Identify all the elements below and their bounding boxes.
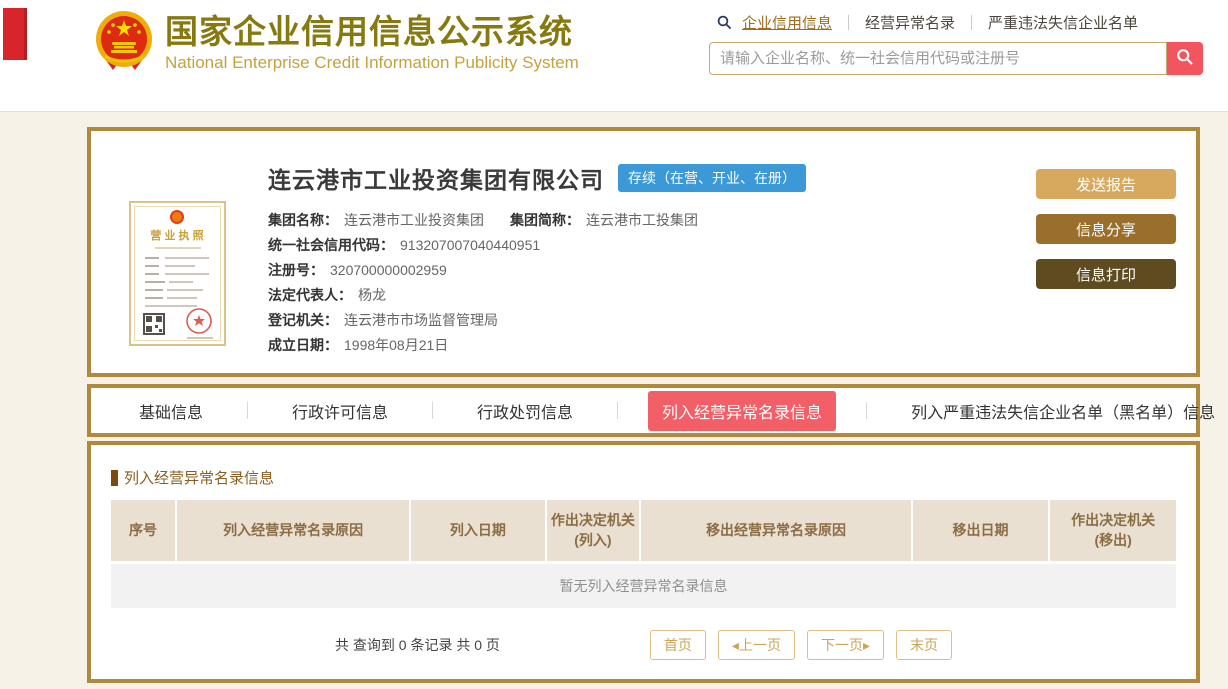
header: 国家企业信用信息公示系统 National Enterprise Credit … bbox=[0, 0, 1228, 112]
company-info: 连云港市工业投资集团有限公司 存续（在营、开业、在册） 集团名称： 连云港市工业投… bbox=[268, 161, 1016, 353]
national-emblem-icon bbox=[95, 8, 153, 83]
col-header-list-reason: 列入经营异常名录原因 bbox=[176, 500, 410, 562]
main-content: 营 业 执 照 bbox=[0, 112, 1228, 683]
search-icon bbox=[717, 15, 732, 30]
tab-bar: 基础信息 行政许可信息 行政处罚信息 列入经营异常名录信息 列入严重违法失信企业… bbox=[87, 384, 1200, 437]
search-input[interactable] bbox=[709, 42, 1167, 75]
abnormal-list-section: 列入经营异常名录信息 序号 列入经营异常名录原因 列入日期 作出决定机关 (列入… bbox=[87, 441, 1200, 683]
svg-text:营 业 执 照: 营 业 执 照 bbox=[150, 228, 203, 242]
field-label: 集团名称： bbox=[268, 212, 338, 228]
col-header-remove-authority: 作出决定机关 (移出) bbox=[1049, 500, 1176, 562]
col-header-list-date: 列入日期 bbox=[410, 500, 545, 562]
tab-divider bbox=[866, 402, 867, 419]
tab-divider bbox=[247, 402, 248, 419]
field-value: 杨龙 bbox=[358, 287, 386, 303]
header-right: 企业信用信息 经营异常名录 严重违法失信企业名单 bbox=[709, 12, 1203, 75]
status-badge: 存续（在营、开业、在册） bbox=[618, 164, 806, 192]
search-bar bbox=[709, 42, 1203, 75]
field-row-legal-rep: 法定代表人： 杨龙 bbox=[268, 283, 1016, 308]
section-title-text: 列入经营异常名录信息 bbox=[124, 467, 274, 488]
empty-state-row: 暂无列入经营异常名录信息 bbox=[111, 562, 1176, 608]
section-title: 列入经营异常名录信息 bbox=[111, 467, 1176, 488]
nav-link-illegal-list[interactable]: 严重违法失信企业名单 bbox=[988, 12, 1138, 33]
tab-basic-info[interactable]: 基础信息 bbox=[125, 391, 217, 431]
abnormal-list-table: 序号 列入经营异常名录原因 列入日期 作出决定机关 (列入) 移出经营异常名录原… bbox=[111, 500, 1176, 608]
pagination-summary: 共 查询到 0 条记录 共 0 页 bbox=[335, 635, 500, 655]
col-header-list-authority: 作出决定机关 (列入) bbox=[546, 500, 641, 562]
field-label: 集团简称： bbox=[510, 212, 580, 228]
site-title-cn: 国家企业信用信息公示系统 bbox=[165, 14, 579, 50]
search-icon bbox=[1176, 48, 1194, 69]
top-nav: 企业信用信息 经营异常名录 严重违法失信企业名单 bbox=[717, 12, 1203, 33]
field-value: 913207007040440951 bbox=[400, 237, 540, 253]
field-label: 注册号： bbox=[268, 262, 324, 278]
field-row-group-name: 集团名称： 连云港市工业投资集团 集团简称： 连云港市工投集团 bbox=[268, 208, 1016, 233]
section-marker-icon bbox=[111, 470, 118, 486]
company-card: 营 业 执 照 bbox=[87, 127, 1200, 377]
tab-abnormal-list[interactable]: 列入经营异常名录信息 bbox=[648, 391, 836, 431]
col-header-remove-reason: 移出经营异常名录原因 bbox=[640, 500, 912, 562]
print-info-button[interactable]: 信息打印 bbox=[1036, 259, 1176, 289]
field-row-reg-number: 注册号： 320700000002959 bbox=[268, 258, 1016, 283]
business-license-image: 营 业 执 照 bbox=[129, 201, 226, 346]
nav-divider bbox=[848, 15, 849, 30]
field-value: 1998年08月21日 bbox=[344, 337, 448, 353]
field-label: 成立日期： bbox=[268, 337, 338, 353]
last-page-button[interactable]: 末页 bbox=[896, 630, 952, 660]
empty-state-text: 暂无列入经营异常名录信息 bbox=[111, 562, 1176, 608]
field-value: 连云港市工业投资集团 bbox=[344, 212, 484, 228]
tab-divider bbox=[432, 402, 433, 419]
field-label: 法定代表人： bbox=[268, 287, 352, 303]
search-button[interactable] bbox=[1167, 42, 1203, 75]
company-fields: 集团名称： 连云港市工业投资集团 集团简称： 连云港市工投集团 统一社会信用代码： 91… bbox=[268, 208, 1016, 358]
field-row-credit-code: 统一社会信用代码： 913207007040440951 bbox=[268, 233, 1016, 258]
pagination: 共 查询到 0 条记录 共 0 页 首页 ◂上一页 下一页▸ 末页 bbox=[111, 630, 1176, 660]
field-label: 登记机关： bbox=[268, 312, 338, 328]
col-header-remove-date: 移出日期 bbox=[912, 500, 1049, 562]
col-header-index: 序号 bbox=[111, 500, 176, 562]
tab-divider bbox=[617, 402, 618, 419]
field-row-reg-authority: 登记机关： 连云港市市场监督管理局 bbox=[268, 308, 1016, 333]
next-page-button[interactable]: 下一页▸ bbox=[807, 630, 884, 660]
tab-admin-license[interactable]: 行政许可信息 bbox=[278, 391, 402, 431]
site-title-en: National Enterprise Credit Information P… bbox=[165, 53, 579, 73]
action-buttons: 发送报告 信息分享 信息打印 bbox=[1036, 161, 1176, 353]
tab-blacklist[interactable]: 列入严重违法失信企业名单（黑名单）信息 bbox=[897, 391, 1228, 431]
table-header-row: 序号 列入经营异常名录原因 列入日期 作出决定机关 (列入) 移出经营异常名录原… bbox=[111, 500, 1176, 562]
nav-divider bbox=[971, 15, 972, 30]
prev-page-button[interactable]: ◂上一页 bbox=[718, 630, 795, 660]
field-value: 连云港市工投集团 bbox=[586, 212, 698, 228]
send-report-button[interactable]: 发送报告 bbox=[1036, 169, 1176, 199]
nav-link-enterprise-credit[interactable]: 企业信用信息 bbox=[742, 12, 832, 33]
corner-red-widget[interactable] bbox=[3, 8, 27, 60]
field-label: 统一社会信用代码： bbox=[268, 237, 394, 253]
share-info-button[interactable]: 信息分享 bbox=[1036, 214, 1176, 244]
field-row-establish-date: 成立日期： 1998年08月21日 bbox=[268, 333, 1016, 358]
first-page-button[interactable]: 首页 bbox=[650, 630, 706, 660]
field-value: 连云港市市场监督管理局 bbox=[344, 312, 498, 328]
site-logo[interactable]: 国家企业信用信息公示系统 National Enterprise Credit … bbox=[95, 8, 579, 83]
field-value: 320700000002959 bbox=[330, 262, 447, 278]
company-name: 连云港市工业投资集团有限公司 bbox=[268, 161, 604, 195]
tab-admin-penalty[interactable]: 行政处罚信息 bbox=[463, 391, 587, 431]
nav-link-abnormal-list[interactable]: 经营异常名录 bbox=[865, 12, 955, 33]
